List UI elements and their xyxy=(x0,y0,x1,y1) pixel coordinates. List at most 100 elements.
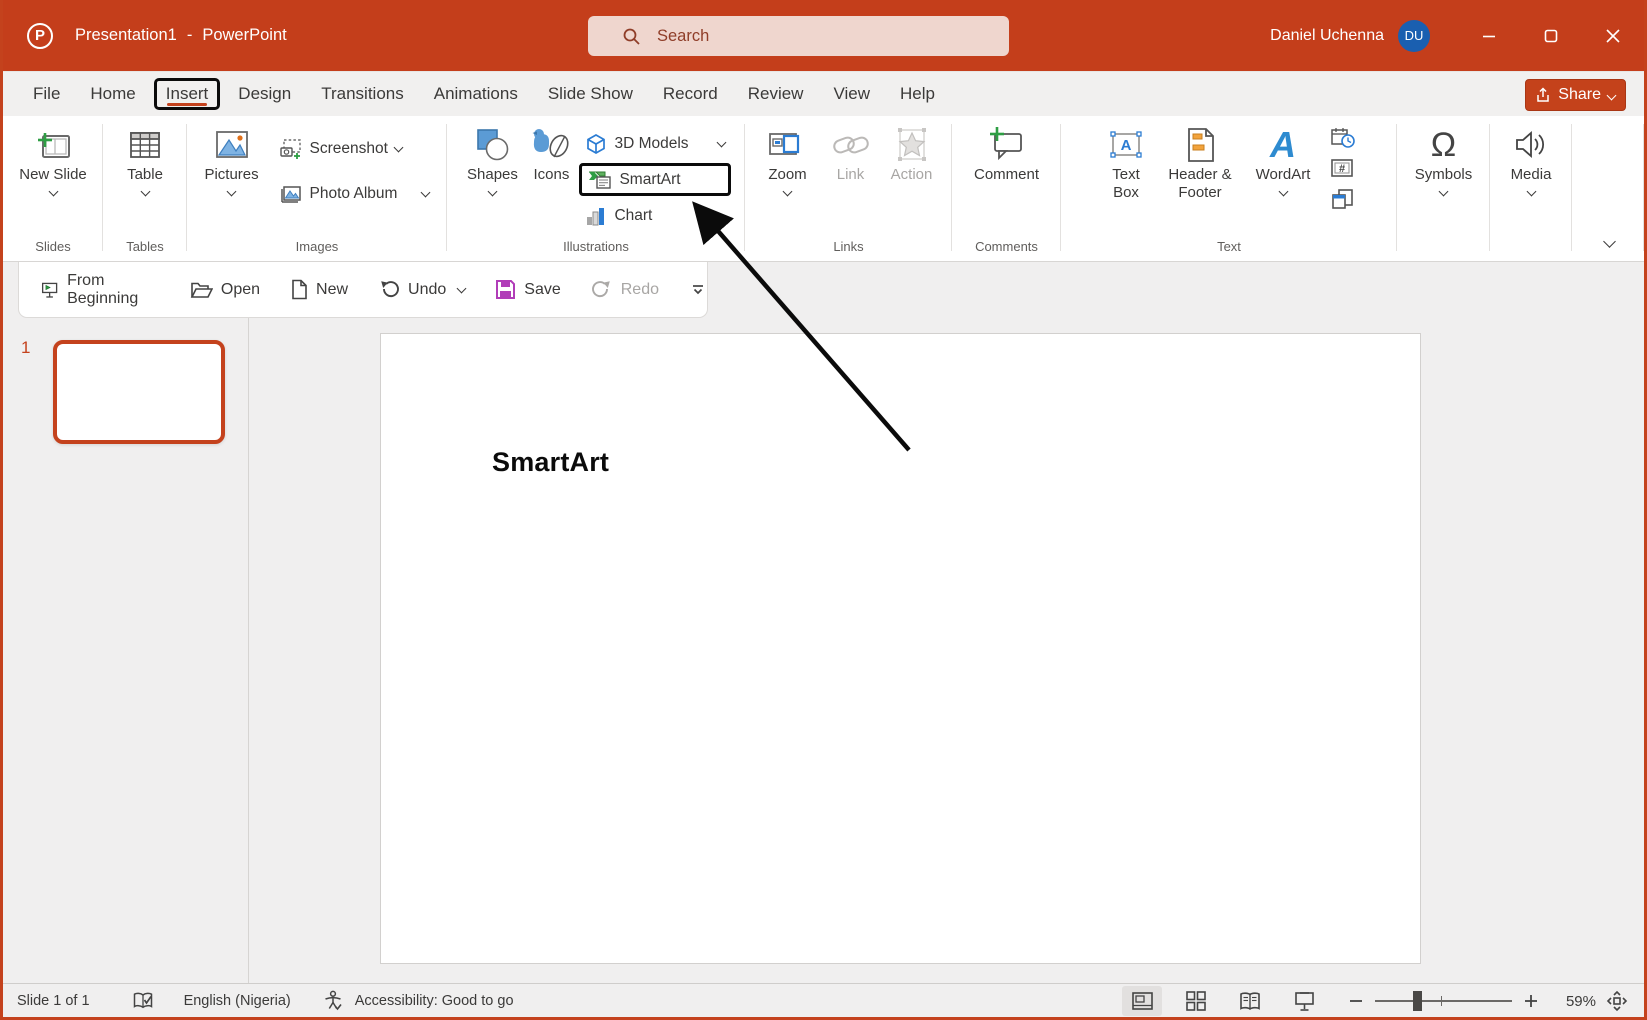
ribbon-group-slides: New Slide Slides xyxy=(3,116,103,261)
share-dropdown-chevron xyxy=(1607,90,1617,100)
avatar-initials: DU xyxy=(1405,28,1424,43)
spellcheck-icon[interactable] xyxy=(132,991,154,1011)
toolbar-overflow-icon xyxy=(689,282,707,298)
tab-record[interactable]: Record xyxy=(651,78,730,110)
slide-number-icon: # xyxy=(1330,158,1356,180)
date-time-button[interactable] xyxy=(1330,126,1356,150)
images-group-label: Images xyxy=(187,239,447,261)
chart-button[interactable]: Chart xyxy=(579,199,730,232)
tab-transitions[interactable]: Transitions xyxy=(309,78,416,110)
tab-review[interactable]: Review xyxy=(736,78,816,110)
symbols-icon: Ω xyxy=(1431,124,1456,166)
slide-sorter-view-button[interactable] xyxy=(1176,986,1216,1016)
ribbon-group-tables: Table Tables xyxy=(103,116,187,261)
screenshot-chevron xyxy=(394,142,404,152)
zoom-slider-thumb[interactable] xyxy=(1413,991,1422,1011)
zoom-in-button[interactable] xyxy=(1524,994,1538,1008)
open-button[interactable]: Open xyxy=(190,280,260,300)
slideshow-view-button[interactable] xyxy=(1284,986,1324,1016)
undo-chevron xyxy=(457,283,467,293)
pictures-icon xyxy=(212,127,252,163)
3d-models-button[interactable]: 3D Models xyxy=(579,127,730,160)
comment-icon xyxy=(986,125,1028,165)
slideshow-icon xyxy=(1293,991,1316,1012)
new-slide-chevron xyxy=(48,187,58,197)
tab-insert[interactable]: Insert xyxy=(154,78,221,110)
shapes-chevron xyxy=(488,187,498,197)
symbols-chevron xyxy=(1439,187,1449,197)
undo-button[interactable]: Undo xyxy=(378,279,465,301)
slide-canvas[interactable] xyxy=(380,333,1421,964)
header-footer-button[interactable]: Header & Footer xyxy=(1164,122,1236,204)
zoom-button[interactable]: Zoom xyxy=(759,122,817,197)
zoom-chevron xyxy=(783,187,793,197)
tab-file[interactable]: File xyxy=(21,78,72,110)
slide-indicator[interactable]: Slide 1 of 1 xyxy=(17,993,90,1009)
link-button: Link xyxy=(827,122,875,186)
wordart-icon: A xyxy=(1270,124,1296,166)
table-button[interactable]: Table xyxy=(114,122,176,197)
share-button[interactable]: Share xyxy=(1525,79,1626,111)
icons-button[interactable]: Icons xyxy=(525,122,577,186)
smartart-button[interactable]: SmartArt xyxy=(579,163,730,196)
header-footer-icon xyxy=(1183,126,1217,164)
tab-view[interactable]: View xyxy=(821,78,882,110)
normal-view-button[interactable] xyxy=(1122,986,1162,1016)
tab-slide-show[interactable]: Slide Show xyxy=(536,78,645,110)
search-input[interactable]: Search xyxy=(588,16,1009,56)
zoom-out-button[interactable] xyxy=(1349,994,1363,1008)
pictures-button[interactable]: Pictures xyxy=(199,122,265,197)
annotation-smartart-label: SmartArt xyxy=(492,447,609,478)
fit-slide-to-window-button[interactable] xyxy=(1606,990,1628,1012)
from-beginning-button[interactable]: From Beginning xyxy=(41,272,160,308)
tab-help[interactable]: Help xyxy=(888,78,947,110)
table-icon xyxy=(126,127,164,163)
toolbar-overflow-button[interactable] xyxy=(689,282,707,298)
symbols-button[interactable]: Ω Symbols xyxy=(1406,122,1482,197)
close-button[interactable] xyxy=(1582,0,1644,71)
app-name: PowerPoint xyxy=(202,26,286,45)
media-button[interactable]: Media xyxy=(1499,122,1563,197)
smartart-icon xyxy=(588,170,612,190)
zoom-controls xyxy=(1349,994,1538,1008)
ribbon-group-text: A Text Box Header & Footer A WordArt # xyxy=(1061,116,1397,261)
table-chevron xyxy=(140,187,150,197)
tab-home[interactable]: Home xyxy=(78,78,147,110)
shapes-button[interactable]: Shapes xyxy=(461,122,523,197)
zoom-slider[interactable] xyxy=(1375,1000,1512,1002)
ribbon-group-images: Pictures Screenshot Photo Album xyxy=(187,116,447,261)
wordart-button[interactable]: A WordArt xyxy=(1250,122,1316,197)
logo-letter: P xyxy=(35,27,45,44)
action-icon xyxy=(893,126,931,164)
screenshot-button[interactable]: Screenshot xyxy=(273,132,436,165)
zoom-slider-tick xyxy=(1441,996,1443,1006)
text-box-glyph: A xyxy=(1121,137,1132,154)
slide-number-button[interactable]: # xyxy=(1330,158,1356,180)
user-name[interactable]: Daniel Uchenna xyxy=(1270,27,1384,45)
reading-view-button[interactable] xyxy=(1230,986,1270,1016)
maximize-button[interactable] xyxy=(1520,0,1582,71)
object-button[interactable] xyxy=(1330,188,1356,212)
photo-album-button[interactable]: Photo Album xyxy=(273,177,436,210)
zoom-level[interactable]: 59% xyxy=(1550,993,1596,1010)
slide-thumbnail[interactable] xyxy=(53,340,225,444)
slide-thumbnail-number: 1 xyxy=(21,338,30,358)
new-button[interactable]: New xyxy=(290,279,348,300)
new-slide-button[interactable]: New Slide xyxy=(15,122,91,197)
slides-group-label: Slides xyxy=(3,239,103,261)
3d-models-icon xyxy=(585,133,607,155)
powerpoint-logo-icon[interactable]: P xyxy=(27,23,53,49)
collapse-ribbon-button[interactable] xyxy=(1605,233,1614,251)
save-button[interactable]: Save xyxy=(495,279,560,300)
language-indicator[interactable]: English (Nigeria) xyxy=(184,993,291,1009)
undo-icon xyxy=(378,279,400,301)
user-avatar[interactable]: DU xyxy=(1398,20,1430,52)
tab-design[interactable]: Design xyxy=(226,78,303,110)
tab-animations[interactable]: Animations xyxy=(422,78,530,110)
accessibility-status[interactable]: Accessibility: Good to go xyxy=(355,993,514,1009)
comment-button[interactable]: Comment xyxy=(964,122,1050,186)
minimize-button[interactable] xyxy=(1458,0,1520,71)
media-icon xyxy=(1511,126,1551,164)
text-box-button[interactable]: A Text Box xyxy=(1102,122,1150,204)
screenshot-icon xyxy=(279,138,303,160)
